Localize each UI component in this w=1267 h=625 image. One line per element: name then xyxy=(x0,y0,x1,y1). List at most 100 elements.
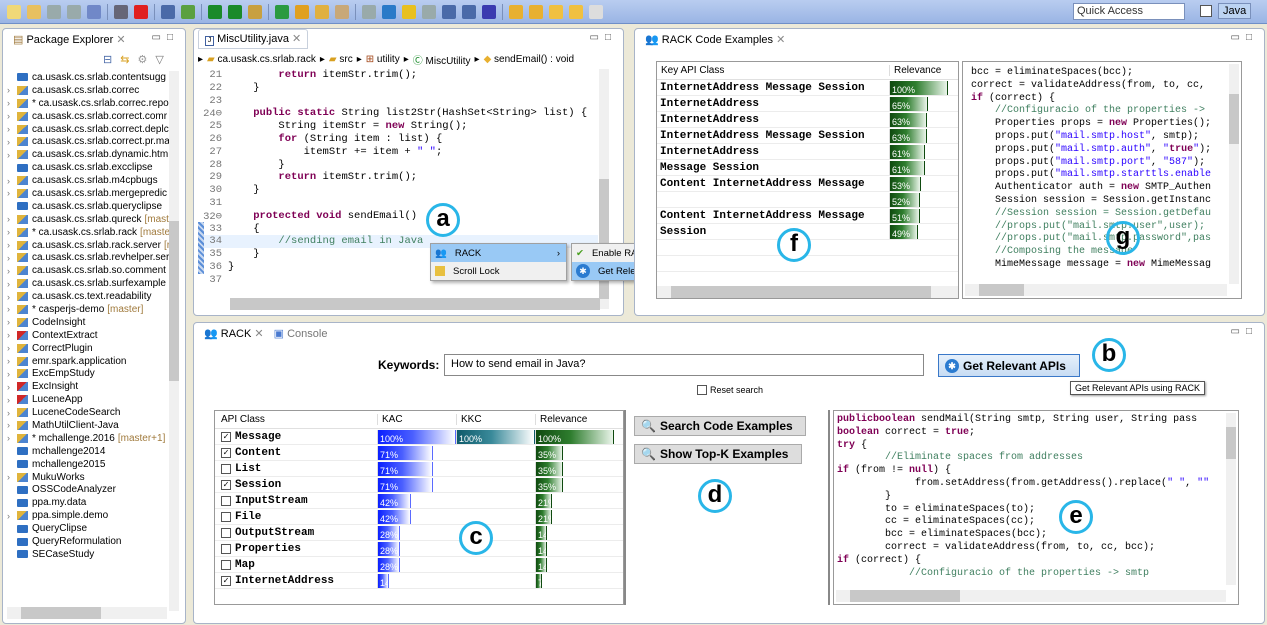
show-whitespace-icon[interactable] xyxy=(462,4,476,19)
breadcrumb-item[interactable]: ▰ src xyxy=(329,54,353,65)
new-package-icon[interactable] xyxy=(248,4,262,19)
toggle-mark-icon[interactable] xyxy=(382,4,396,19)
column-header-key-api-class[interactable]: Key API Class xyxy=(657,65,889,76)
horizontal-scrollbar[interactable] xyxy=(965,284,1227,296)
table-row[interactable]: File 42% 21% xyxy=(215,509,623,525)
table-row[interactable]: 52% xyxy=(657,192,958,208)
tab-console[interactable]: ▣ Console xyxy=(274,327,328,340)
tree-item[interactable]: › CodeInsight xyxy=(7,316,173,329)
tree-item[interactable]: › ca.usask.cs.srlab.m4cpbugs xyxy=(7,174,173,187)
expand-arrow-icon[interactable]: › xyxy=(7,369,17,379)
tab-rack-code-examples[interactable]: 👥 RACK Code Examples ✕ xyxy=(639,30,792,48)
globe-icon[interactable] xyxy=(482,4,496,19)
tree-item[interactable]: ppa.my.data xyxy=(7,496,173,509)
expand-arrow-icon[interactable]: › xyxy=(7,356,17,366)
horizontal-scrollbar[interactable] xyxy=(7,607,167,619)
column-header-relevance[interactable]: Relevance xyxy=(535,414,587,425)
table-row[interactable]: List 71% 35% xyxy=(215,461,623,477)
tree-item[interactable]: › LuceneApp xyxy=(7,393,173,406)
expand-arrow-icon[interactable]: › xyxy=(7,266,17,276)
tree-item[interactable]: SECaseStudy xyxy=(7,548,173,561)
save-all-icon[interactable] xyxy=(67,4,81,19)
vertical-scrollbar[interactable] xyxy=(1226,413,1236,585)
search-icon[interactable] xyxy=(335,4,349,19)
code-example-viewer[interactable]: public boolean sendMail(String smtp, Str… xyxy=(833,410,1239,605)
scrollbar-thumb[interactable] xyxy=(671,286,931,298)
menu-item-rack[interactable]: 👥 RACK › xyxy=(431,244,566,262)
tree-item[interactable]: › ca.usask.cs.srlab.qureck [mast xyxy=(7,213,173,226)
table-row[interactable]: InternetAddress Message Session 100% xyxy=(657,80,958,96)
open-folder-icon[interactable] xyxy=(295,4,309,19)
binary-icon[interactable] xyxy=(114,4,128,19)
expand-arrow-icon[interactable]: › xyxy=(7,472,17,482)
tab-package-explorer[interactable]: ▤ Package Explorer ✕ xyxy=(7,30,132,48)
expand-arrow-icon[interactable]: › xyxy=(7,124,17,134)
horizontal-scrollbar[interactable] xyxy=(657,286,958,298)
search-code-examples-button[interactable]: 🔍 Search Code Examples xyxy=(634,416,806,436)
tree-item[interactable]: › ca.usask.cs.srlab.correct.deplc xyxy=(7,123,173,136)
java-perspective-button[interactable]: Java xyxy=(1218,3,1252,19)
tree-item[interactable]: ca.usask.cs.srlab.contentsugg xyxy=(7,71,173,84)
column-header-kac[interactable]: KAC xyxy=(377,414,456,425)
tree-item[interactable]: › ca.usask.cs.srlab.dynamic.htm xyxy=(7,148,173,161)
api-checkbox[interactable] xyxy=(221,511,231,522)
table-row[interactable]: ✓ Session 71% 35% xyxy=(215,477,623,493)
minimize-maximize-buttons[interactable]: ▭□ xyxy=(152,32,180,43)
api-checkbox[interactable]: ✓ xyxy=(221,575,231,586)
expand-arrow-icon[interactable]: › xyxy=(7,304,17,314)
tree-item[interactable]: › emr.spark.application xyxy=(7,355,173,368)
external-tools-icon[interactable] xyxy=(228,4,242,19)
show-top-k-examples-button[interactable]: 🔍 Show Top-K Examples xyxy=(634,444,802,464)
table-row[interactable]: Message Session 61% xyxy=(657,160,958,176)
tree-item[interactable]: › MathUtilClient-Java xyxy=(7,419,173,432)
expand-arrow-icon[interactable]: › xyxy=(7,511,17,521)
tree-item[interactable]: › ca.usask.cs.srlab.mergepredic xyxy=(7,187,173,200)
table-row[interactable]: ✓ Message 100% 100% 100% xyxy=(215,429,623,445)
checkbox[interactable] xyxy=(697,385,707,395)
next-annotation-icon[interactable] xyxy=(509,4,523,19)
view-menu-icon[interactable]: ▽ xyxy=(155,53,163,66)
annotation-icon[interactable] xyxy=(422,4,436,19)
tree-item[interactable]: ca.usask.cs.srlab.queryclipse xyxy=(7,200,173,213)
expand-arrow-icon[interactable]: › xyxy=(7,111,17,121)
column-header-kkc[interactable]: KKC xyxy=(456,414,535,425)
tree-item[interactable]: › ContextExtract xyxy=(7,329,173,342)
vertical-scrollbar[interactable] xyxy=(1229,64,1239,284)
print-icon[interactable] xyxy=(87,4,101,19)
tree-item[interactable]: QueryReformulation xyxy=(7,535,173,548)
expand-arrow-icon[interactable]: › xyxy=(7,420,17,430)
tab-rack[interactable]: 👥 RACK ✕ xyxy=(198,324,270,342)
run-icon[interactable] xyxy=(208,4,222,19)
expand-arrow-icon[interactable]: › xyxy=(7,382,17,392)
expand-arrow-icon[interactable]: › xyxy=(7,188,17,198)
api-checkbox[interactable] xyxy=(221,495,231,506)
tree-item[interactable]: › ExcEmpStudy xyxy=(7,367,173,380)
tree-item[interactable]: ca.usask.cs.srlab.excclipse xyxy=(7,161,173,174)
expand-arrow-icon[interactable]: › xyxy=(7,240,17,250)
new-class-icon[interactable] xyxy=(275,4,289,19)
table-row[interactable]: ✓ Content 71% 35% xyxy=(215,445,623,461)
filter-icon[interactable]: ⚙ xyxy=(137,53,147,66)
tree-item[interactable]: › ca.usask.cs.srlab.surfexample xyxy=(7,277,173,290)
scrollbar-thumb[interactable] xyxy=(599,179,609,299)
breadcrumb-item[interactable]: Ⓒ MiscUtility xyxy=(413,52,471,67)
api-checkbox[interactable]: ✓ xyxy=(221,447,231,458)
tree-item[interactable]: QueryClipse xyxy=(7,522,173,535)
new-type-icon[interactable] xyxy=(27,4,41,19)
table-row[interactable]: Content InternetAddress Message 53% xyxy=(657,176,958,192)
breadcrumb-item[interactable]: ▰ ca.usask.cs.srlab.rack xyxy=(207,54,316,65)
expand-arrow-icon[interactable]: › xyxy=(7,253,17,263)
close-icon[interactable]: ✕ xyxy=(776,34,785,46)
horizontal-scrollbar[interactable] xyxy=(230,298,600,310)
expand-arrow-icon[interactable]: › xyxy=(7,292,17,302)
tree-item[interactable]: mchallenge2014 xyxy=(7,445,173,458)
tree-item[interactable]: mchallenge2015 xyxy=(7,458,173,471)
debug-skip-icon[interactable] xyxy=(161,4,175,19)
block-select-icon[interactable] xyxy=(442,4,456,19)
table-row[interactable]: InternetAddress Message Session 63% xyxy=(657,128,958,144)
expand-arrow-icon[interactable]: › xyxy=(7,98,17,108)
link-with-editor-icon[interactable]: ⇆ xyxy=(120,53,129,66)
prev-annotation-icon[interactable] xyxy=(529,4,543,19)
expand-arrow-icon[interactable]: › xyxy=(7,85,17,95)
expand-arrow-icon[interactable]: › xyxy=(7,227,17,237)
